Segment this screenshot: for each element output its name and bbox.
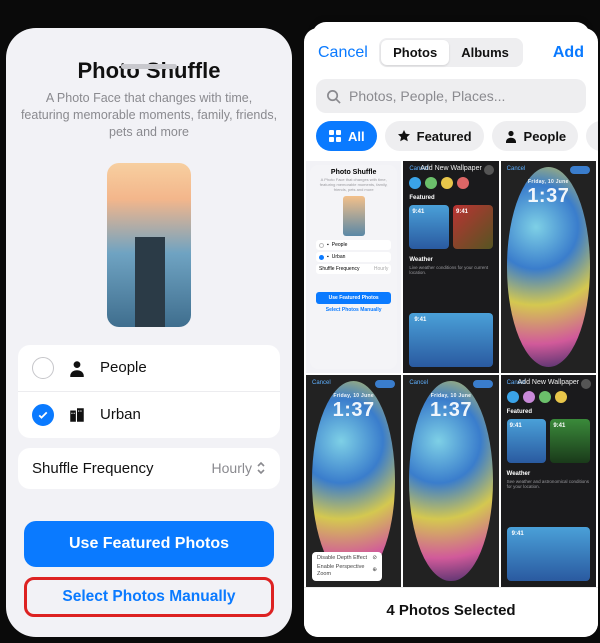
mini-done <box>375 380 395 388</box>
grabber[interactable] <box>121 64 177 69</box>
mini-time: 1:37 <box>501 185 596 208</box>
shuffle-frequency-row[interactable]: Shuffle Frequency Hourly <box>18 448 280 489</box>
search-icon <box>326 89 341 104</box>
library-tabs: Photos Albums <box>379 38 523 67</box>
mini-featured-label: Featured <box>409 195 434 201</box>
shuffle-frequency-label: Shuffle Frequency <box>32 460 153 477</box>
grid-icon <box>328 129 342 143</box>
search-placeholder: Photos, People, Places... <box>349 88 505 104</box>
buildings-icon <box>68 406 86 424</box>
mini-cancel: Cancel <box>507 166 526 172</box>
mini-done <box>473 380 493 388</box>
mini-primary-btn: Use Featured Photos <box>316 292 391 304</box>
mini-time: 1:37 <box>306 399 401 422</box>
mini-cancel: Cancel <box>312 380 331 386</box>
chip-people[interactable]: People <box>492 121 579 151</box>
category-options: People Urban <box>18 345 280 438</box>
select-photos-manually-button[interactable]: Select Photos Manually <box>24 577 274 617</box>
mini-featured-label: Featured <box>507 409 532 415</box>
radio-unchecked-icon <box>32 357 54 379</box>
photo-thumb[interactable]: Cancel Add New Wallpaper Featured 9:41 9… <box>403 161 498 373</box>
photo-thumb[interactable]: Cancel Add New Wallpaper Featured 9:41 9… <box>501 375 596 587</box>
mini-weather-label: Weather <box>507 471 531 477</box>
mini-sf: Shuffle FrequencyHourly <box>316 264 391 274</box>
star-icon <box>397 129 411 143</box>
option-urban[interactable]: Urban <box>18 391 280 438</box>
chip-label: All <box>348 129 365 144</box>
photo-thumb[interactable]: Cancel Friday, 10 June1:37 Disable Depth… <box>306 375 401 587</box>
chip-featured[interactable]: Featured <box>385 121 484 151</box>
mini-link: Select Photos Manually <box>316 307 391 313</box>
person-icon <box>504 129 518 143</box>
mini-time: 1:37 <box>403 399 498 422</box>
use-featured-photos-button[interactable]: Use Featured Photos <box>24 521 274 567</box>
chip-label: People <box>524 129 567 144</box>
mini-title: Photo Shuffle <box>316 169 391 176</box>
photo-picker-sheet: Cancel Photos Albums Add Photos, People,… <box>304 28 598 637</box>
mini-done <box>570 166 590 174</box>
page-subtitle: A Photo Face that changes with time, fea… <box>20 90 278 141</box>
close-icon <box>581 379 591 389</box>
chip-label: Featured <box>417 129 472 144</box>
person-icon <box>68 359 86 377</box>
cancel-button[interactable]: Cancel <box>318 44 374 62</box>
wallpaper-preview <box>107 163 191 327</box>
option-label: Urban <box>100 406 141 423</box>
page-title: Photo Shuffle <box>20 58 278 84</box>
updown-chevron-icon <box>256 461 266 475</box>
chip-all[interactable]: All <box>316 121 377 151</box>
selection-count: 4 Photos Selected <box>304 587 598 637</box>
mini-subtitle: A Photo Face that changes with time, fea… <box>316 178 391 192</box>
mini-weather-sub: See weather and astronomical conditions … <box>507 479 590 489</box>
mini-time: 9:41 <box>553 423 565 429</box>
mini-time: 9:41 <box>414 317 426 323</box>
photo-grid: Photo Shuffle A Photo Face that changes … <box>304 161 598 587</box>
search-field[interactable]: Photos, People, Places... <box>316 79 586 113</box>
mini-time: 9:41 <box>456 209 468 215</box>
mini-option: ▪ Urban <box>316 252 391 262</box>
photo-thumb[interactable]: Cancel Friday, 10 June1:37 <box>403 375 498 587</box>
close-icon <box>484 165 494 175</box>
tab-albums[interactable]: Albums <box>449 40 521 65</box>
mini-time: 9:41 <box>510 423 522 429</box>
mini-weather-label: Weather <box>409 257 433 263</box>
add-button[interactable]: Add <box>528 44 584 62</box>
mini-options-panel: Disable Depth Effect⊘ Enable Perspective… <box>312 552 382 581</box>
mini-cancel: Cancel <box>409 380 428 386</box>
radio-checked-icon <box>32 404 54 426</box>
option-people[interactable]: People <box>18 345 280 391</box>
mini-time: 9:41 <box>412 209 424 215</box>
mini-option: ▪ People <box>316 240 391 250</box>
tab-photos[interactable]: Photos <box>381 40 449 65</box>
mini-weather-sub: Live weather conditions for your current… <box>409 265 492 275</box>
option-label: People <box>100 359 147 376</box>
photo-thumb[interactable]: Photo Shuffle A Photo Face that changes … <box>306 161 401 373</box>
shuffle-frequency-value: Hourly <box>212 460 252 476</box>
photo-shuffle-sheet: Photo Shuffle A Photo Face that changes … <box>6 28 292 637</box>
chip-urban[interactable]: Urban <box>586 121 598 151</box>
photo-thumb[interactable]: Cancel Friday, 10 June1:37 <box>501 161 596 373</box>
mini-preview <box>343 196 365 236</box>
mini-time: 9:41 <box>512 531 524 537</box>
